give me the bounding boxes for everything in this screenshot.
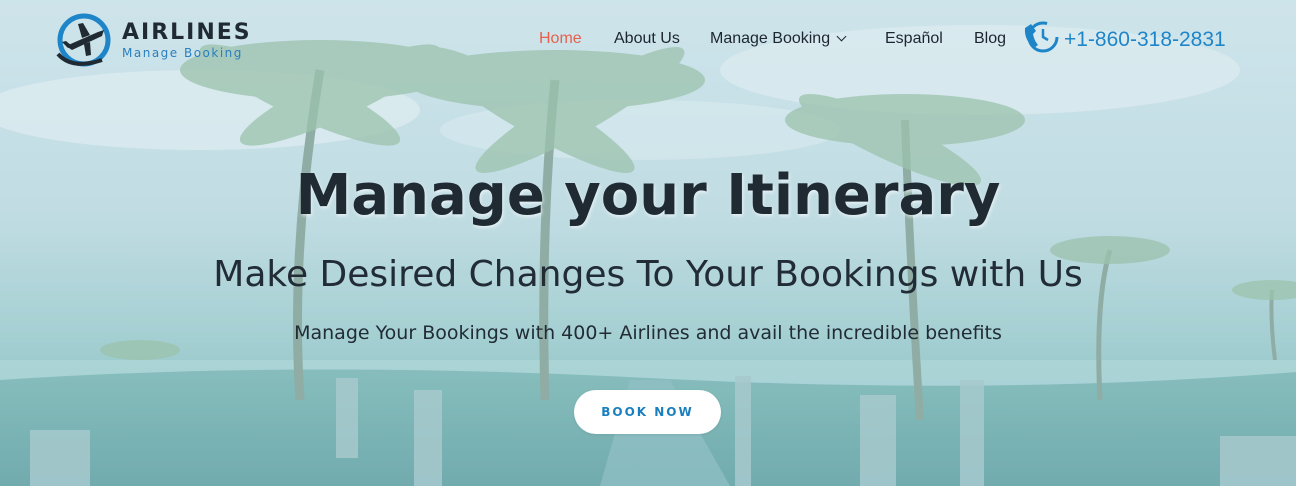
hero-lead-text: Manage Your Bookings with 400+ Airlines …	[294, 322, 1002, 344]
hero-subheading: Make Desired Changes To Your Bookings wi…	[213, 254, 1083, 295]
chevron-down-icon	[836, 31, 847, 42]
phone-number: +1-860-318-2831	[1064, 28, 1226, 51]
hero-heading: Manage your Itinerary	[295, 163, 1001, 228]
nav-blog[interactable]: Blog	[974, 30, 1006, 48]
hero-section: AIRLINES Manage Booking Home About Us Ma…	[0, 0, 1296, 486]
book-now-button[interactable]: BOOK NOW	[574, 390, 721, 434]
nav-home[interactable]: Home	[539, 30, 582, 48]
nav-manage-booking[interactable]: Manage Booking	[710, 30, 847, 48]
nav-about-us[interactable]: About Us	[614, 30, 680, 48]
nav-espanol[interactable]: Español	[885, 30, 943, 48]
nav-manage-booking-label: Manage Booking	[710, 30, 831, 47]
phone-24h-icon	[1024, 21, 1059, 53]
